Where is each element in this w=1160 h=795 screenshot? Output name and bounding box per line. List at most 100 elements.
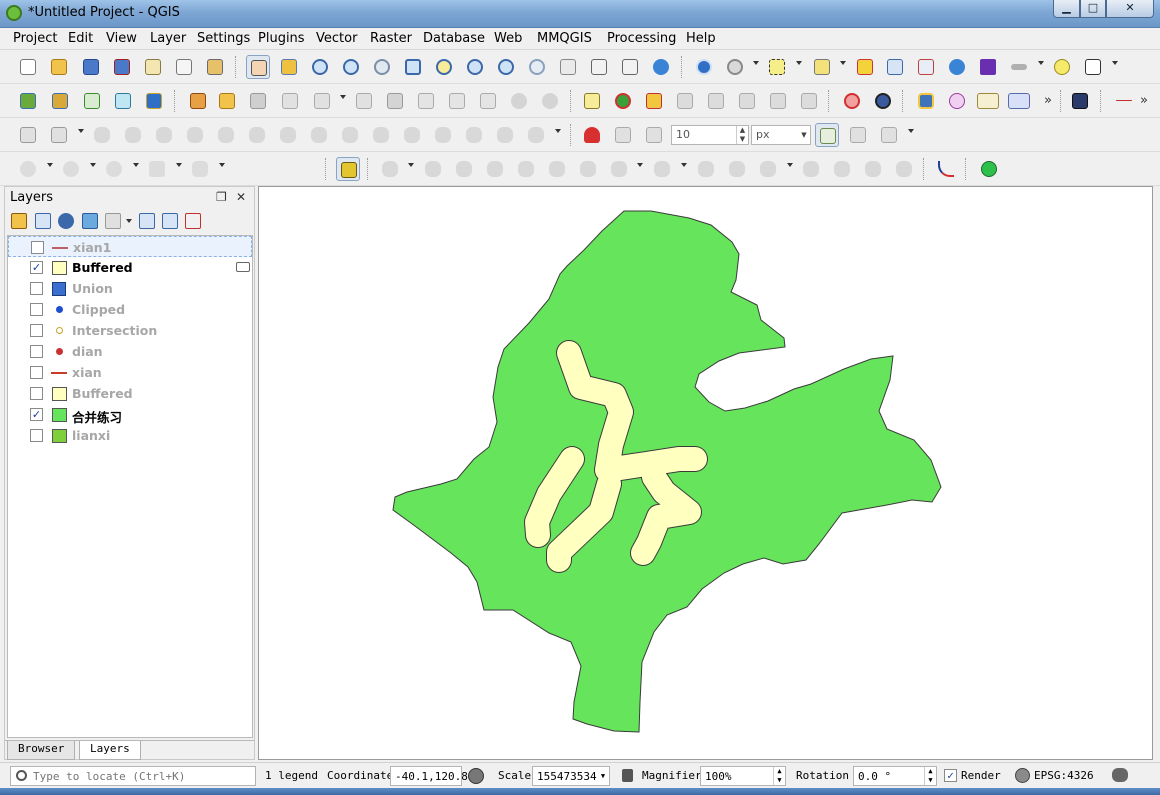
zoom-last-icon[interactable] — [494, 55, 518, 79]
add-circular-string-icon[interactable] — [16, 157, 40, 181]
digitize-tool-8-icon[interactable] — [607, 157, 631, 181]
float-panel-button[interactable]: ❐ — [216, 190, 227, 204]
zoom-next-icon[interactable] — [525, 55, 549, 79]
rotation-spin-icon[interactable]: ▲ ▼ — [924, 767, 936, 785]
messages-icon[interactable] — [1112, 768, 1128, 782]
modify-attributes-icon[interactable] — [352, 89, 376, 113]
pan-to-selection-icon[interactable] — [277, 55, 301, 79]
run-action-dropdown-icon[interactable] — [753, 61, 759, 65]
pin-label-icon[interactable] — [673, 89, 697, 113]
add-group-icon[interactable] — [35, 213, 51, 229]
highlight-label-icon[interactable] — [642, 89, 666, 113]
snap-segment-icon[interactable] — [642, 123, 666, 147]
rotate-symbols-icon[interactable] — [493, 123, 517, 147]
prev-inter-button[interactable] — [976, 89, 1002, 113]
data-source-manager-icon[interactable] — [16, 89, 40, 113]
overlay-plugin-icon[interactable] — [945, 89, 969, 113]
prev-clip-button[interactable] — [1007, 89, 1033, 113]
globe-icon[interactable] — [871, 89, 895, 113]
digitize-8-dropdown-icon[interactable] — [637, 163, 643, 167]
digitize-tool-5-icon[interactable] — [514, 157, 538, 181]
scale-select[interactable]: 155473534 ▼ — [532, 766, 610, 786]
menu-web[interactable]: Web — [494, 31, 522, 46]
vertex-dropdown-icon[interactable] — [340, 95, 346, 99]
expand-all-icon[interactable] — [139, 213, 155, 229]
layer-visibility-checkbox[interactable] — [30, 282, 43, 295]
rotate-feature-icon[interactable] — [90, 123, 114, 147]
save-project-icon[interactable] — [79, 55, 103, 79]
measure-line-icon[interactable] — [1007, 55, 1031, 79]
deselect-all-icon[interactable] — [853, 55, 877, 79]
add-circle-icon[interactable] — [59, 157, 83, 181]
digitize-tool-13-icon[interactable] — [799, 157, 823, 181]
move-label-icon[interactable] — [735, 89, 759, 113]
menu-database[interactable]: Database — [423, 31, 485, 46]
python-console-icon[interactable] — [914, 89, 938, 113]
filter-expression-icon[interactable] — [105, 213, 121, 229]
ellipse-dropdown-icon[interactable] — [133, 163, 139, 167]
pan-map-icon[interactable] — [246, 55, 270, 79]
new-print-layout-icon[interactable] — [141, 55, 165, 79]
menu-project[interactable]: Project — [13, 31, 57, 46]
change-label-icon[interactable] — [797, 89, 821, 113]
minimize-button[interactable]: ▁ — [1053, 0, 1080, 18]
layer-row[interactable]: Union — [8, 278, 252, 299]
field-calculator-icon[interactable] — [914, 55, 938, 79]
digitize-tool-7-icon[interactable] — [576, 157, 600, 181]
filter-expression-dropdown-icon[interactable] — [126, 219, 132, 223]
select-dropdown-icon[interactable] — [796, 61, 802, 65]
digitize-12-dropdown-icon[interactable] — [787, 163, 793, 167]
collapse-all-icon[interactable] — [162, 213, 178, 229]
label-tool-icon[interactable] — [580, 89, 604, 113]
delete-selected-icon[interactable] — [383, 89, 407, 113]
add-raster-icon[interactable] — [142, 89, 166, 113]
layer-row[interactable]: lianxi — [8, 425, 252, 446]
menu-edit[interactable]: Edit — [68, 31, 93, 46]
menu-raster[interactable]: Raster — [370, 31, 412, 46]
annotation-dropdown-icon[interactable] — [1112, 61, 1118, 65]
digitize-9-dropdown-icon[interactable] — [681, 163, 687, 167]
open-layer-styling-icon[interactable] — [11, 213, 27, 229]
zoom-to-selection-icon[interactable] — [432, 55, 456, 79]
add-ellipse-icon[interactable] — [102, 157, 126, 181]
toolbar-overflow-2-icon[interactable]: » — [1140, 93, 1148, 108]
measure-dropdown-icon[interactable] — [1038, 61, 1044, 65]
manage-visibility-icon[interactable] — [58, 213, 74, 229]
zoom-in-icon[interactable] — [308, 55, 332, 79]
menu-processing[interactable]: Processing — [607, 31, 676, 46]
layer-row[interactable]: Clipped — [8, 299, 252, 320]
run-action-icon[interactable] — [723, 55, 747, 79]
digitize-tool-9-icon[interactable] — [650, 157, 674, 181]
map-tips-icon[interactable] — [1050, 55, 1074, 79]
tab-layers[interactable]: Layers — [79, 741, 141, 760]
identify-features-icon[interactable] — [692, 55, 716, 79]
layer-visibility-checkbox[interactable] — [30, 303, 43, 316]
zoom-full-icon[interactable] — [401, 55, 425, 79]
digitize-dropdown-icon[interactable] — [408, 163, 414, 167]
digitize-tool-3-icon[interactable] — [452, 157, 476, 181]
rectangle-dropdown-icon[interactable] — [176, 163, 182, 167]
simplify-feature-icon[interactable] — [121, 123, 145, 147]
menu-layer[interactable]: Layer — [150, 31, 186, 46]
snap-vertex-icon[interactable] — [611, 123, 635, 147]
move-dropdown-icon[interactable] — [78, 129, 84, 133]
magnifier-spin-icon[interactable]: ▲ ▼ — [773, 767, 785, 785]
layout-manager-icon[interactable] — [172, 55, 196, 79]
crs-button[interactable]: EPSG:4326 — [1034, 769, 1094, 782]
fill-ring-icon[interactable] — [214, 123, 238, 147]
snap-units-select[interactable]: px ▼ — [751, 125, 811, 145]
digitize-tool-4-icon[interactable] — [483, 157, 507, 181]
style-manager-icon[interactable] — [203, 55, 227, 79]
add-part-icon[interactable] — [183, 123, 207, 147]
zoom-native-icon[interactable] — [370, 55, 394, 79]
digitize-icon[interactable] — [278, 89, 302, 113]
layer-visibility-checkbox[interactable] — [30, 387, 43, 400]
help-contents-icon[interactable] — [1068, 89, 1092, 113]
layer-visibility-checkbox[interactable]: ✓ — [30, 261, 43, 274]
offset-point-icon[interactable] — [524, 123, 548, 147]
layer-visibility-checkbox[interactable]: ✓ — [30, 408, 43, 421]
rotate-label-icon[interactable] — [766, 89, 790, 113]
map-canvas[interactable] — [258, 186, 1153, 760]
toggle-editing-icon[interactable] — [215, 89, 239, 113]
menu-help[interactable]: Help — [686, 31, 716, 46]
